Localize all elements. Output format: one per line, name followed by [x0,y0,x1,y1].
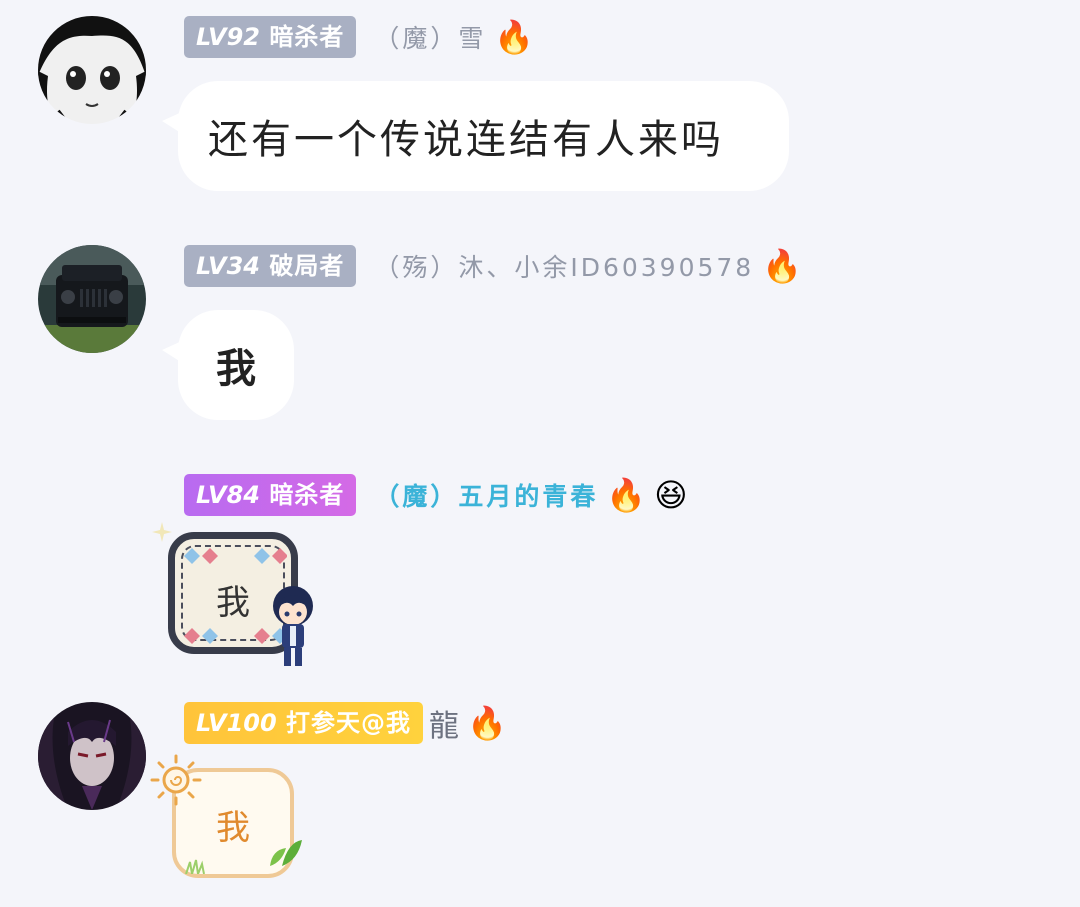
nickname[interactable]: （魔）五月的青春 [374,477,598,513]
level-badge[interactable]: LV100 打参天@我 [184,702,424,744]
message-header: LV34 破局者 （殇）沐、小余ID60390578 🔥 [184,245,802,287]
fire-icon: 🔥 [606,476,647,514]
level-title: 破局者 [269,252,345,280]
leaf-sprout-icon [270,840,302,866]
message-header: LV92 暗杀者 （魔）雪 🔥 [184,16,534,58]
message-header: LV84 暗杀者 （魔）五月的青春 🔥 😆 [184,474,688,516]
fire-icon: 🔥 [494,18,535,56]
message-bubble[interactable]: 我 [162,310,294,420]
message-header: LV100 打参天@我 龍 🔥 [184,702,507,744]
level-text: LV34 [196,252,260,280]
user-avatar[interactable] [38,702,146,810]
fire-icon: 🔥 [467,704,507,742]
grass-icon [185,859,205,874]
nickname[interactable]: （魔）雪 [374,19,486,55]
level-title: 暗杀者 [269,23,345,51]
sun-icon [150,754,202,806]
nickname[interactable]: （殇）沐、小余ID60390578 [374,248,754,284]
bubble-tail [162,111,184,135]
chibi-character-icon [273,586,313,666]
level-title: 暗杀者 [269,481,345,509]
message-text: 我 [216,345,256,392]
level-text: LV92 [196,23,260,51]
bubble-tail [162,340,184,364]
user-avatar[interactable] [38,245,146,353]
level-text: LV100 [196,709,277,737]
diamond-pattern-top [184,548,287,564]
level-badge[interactable]: LV92 暗杀者 [184,16,357,58]
laughing-face-icon: 😆 [654,476,688,514]
nickname[interactable]: 龍 [429,701,459,745]
message-bubble[interactable]: 还有一个传说连结有人来吗 [162,81,789,191]
level-text: LV84 [196,481,260,509]
sparkle-icon [152,522,172,542]
level-badge[interactable]: LV34 破局者 [184,245,357,287]
user-avatar[interactable] [38,16,146,124]
level-badge[interactable]: LV84 暗杀者 [184,474,357,516]
fire-icon: 🔥 [762,247,803,285]
message-text: 还有一个传说连结有人来吗 [208,117,724,163]
level-title: 打参天@我 [286,709,412,737]
